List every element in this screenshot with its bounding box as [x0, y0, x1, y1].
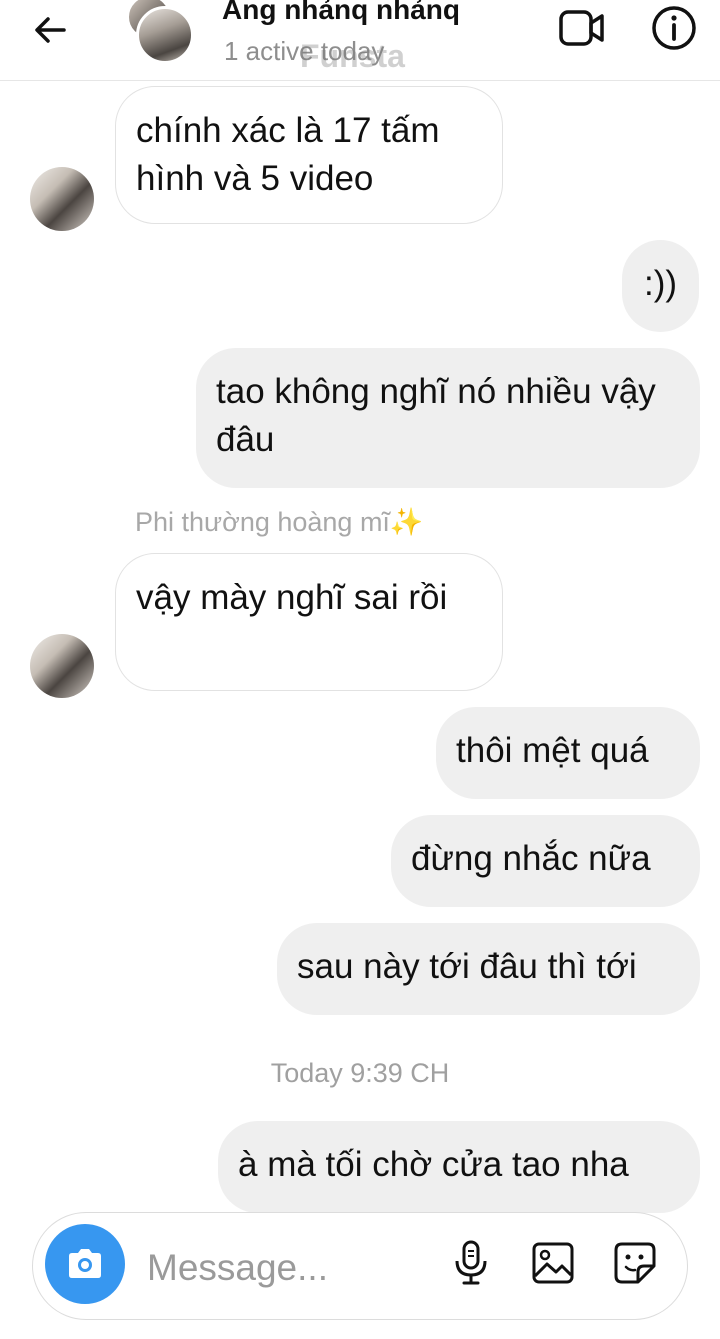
- gallery-button[interactable]: [527, 1237, 579, 1289]
- avatar[interactable]: [30, 634, 94, 698]
- message-bubble[interactable]: đừng nhắc nữa: [391, 815, 700, 907]
- message-bubble[interactable]: :)): [622, 240, 699, 332]
- sticker-button[interactable]: [609, 1237, 661, 1289]
- video-call-icon: [559, 10, 604, 46]
- message-bubble[interactable]: tao không nghĩ nó nhiều vậy đâu: [196, 348, 700, 488]
- timestamp: Today 9:39 CH: [270, 1058, 450, 1088]
- info-icon: [652, 6, 696, 50]
- message-composer: [32, 1212, 688, 1320]
- microphone-icon: [455, 1240, 487, 1285]
- message-bubble[interactable]: vậy mày nghĩ sai rồi: [115, 553, 503, 691]
- message-text: tao không nghĩ nó nhiều vậy đâu: [216, 372, 656, 459]
- contact-avatar[interactable]: [124, 0, 194, 64]
- sender-name: Phi thường hoàng mĩ✨: [135, 507, 424, 537]
- back-button[interactable]: [28, 8, 72, 52]
- message-text: sau này tới đâu thì tới: [297, 947, 637, 986]
- message-text: vậy mày nghĩ sai rồi: [136, 578, 448, 617]
- watermark: Funsta: [300, 38, 405, 74]
- back-arrow-icon: [35, 17, 66, 43]
- message-text: chính xác là 17 tấm hình và 5 video: [136, 111, 440, 198]
- message-text: đừng nhắc nữa: [411, 839, 651, 878]
- message-bubble[interactable]: thôi mệt quá: [436, 707, 700, 799]
- info-button[interactable]: [650, 4, 698, 52]
- gallery-icon: [532, 1242, 574, 1284]
- message-text: :)): [644, 264, 678, 303]
- camera-button[interactable]: [45, 1224, 125, 1304]
- message-text: à mà tối chờ cửa tao nha: [238, 1145, 629, 1184]
- message-bubble[interactable]: sau này tới đâu thì tới: [277, 923, 700, 1015]
- video-call-button[interactable]: [558, 4, 606, 52]
- message-text: thôi mệt quá: [456, 731, 649, 770]
- camera-icon: [69, 1249, 101, 1278]
- voice-message-button[interactable]: [445, 1237, 497, 1289]
- contact-name[interactable]: Ảng nhảnq nhảnq: [222, 0, 460, 26]
- chat-header: Ảng nhảnq nhảnq 1 active today Funsta: [0, 0, 720, 81]
- message-bubble[interactable]: à mà tối chờ cửa tao nha: [218, 1121, 700, 1213]
- message-input[interactable]: [145, 1239, 429, 1297]
- sticker-icon: [614, 1242, 656, 1284]
- avatar: [136, 6, 194, 64]
- avatar[interactable]: [30, 167, 94, 231]
- message-bubble[interactable]: chính xác là 17 tấm hình và 5 video: [115, 86, 503, 224]
